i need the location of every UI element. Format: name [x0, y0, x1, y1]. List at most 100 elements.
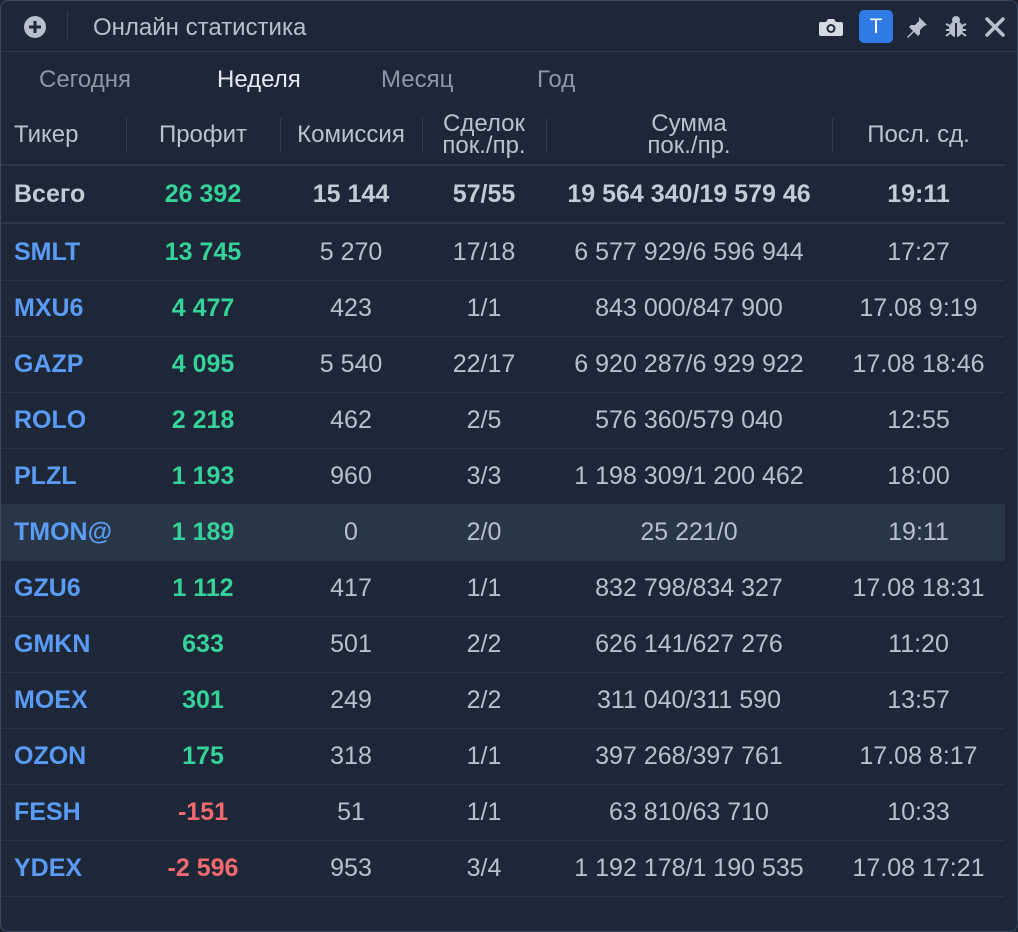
last-deal-cell: 17.08 18:31	[852, 574, 985, 602]
last-deal-cell: 17:27	[887, 238, 950, 266]
commission-cell: 318	[330, 742, 372, 770]
sum-cell: 626 141/627 276	[595, 630, 783, 658]
ticker-cell[interactable]: PLZL	[14, 449, 126, 504]
deals-cell: 2/5	[466, 406, 502, 434]
col-profit[interactable]: Профит	[126, 106, 280, 164]
ticker-cell[interactable]: YDEX	[14, 841, 126, 896]
table-row[interactable]: PLZL 1 193 960 3/3 1 198 309/1 200 462 18:00	[1, 449, 1005, 505]
ticker-cell[interactable]: OZON	[14, 729, 126, 784]
pin-icon[interactable]	[902, 12, 932, 42]
commission-cell: 5 540	[319, 350, 383, 378]
col-deals-line2: пок./пр.	[442, 132, 526, 159]
last-deal-cell: 11:20	[888, 630, 949, 658]
title-divider	[67, 11, 68, 41]
sum-cell: 6 577 929/6 596 944	[574, 238, 804, 266]
table-row[interactable]: SMLT 13 745 5 270 17/18 6 577 929/6 596 944 1…	[1, 225, 1005, 281]
table-row[interactable]: TMON@ 1 189 0 2/0 25 221/0 19:11	[1, 505, 1005, 561]
sum-cell: 1 192 178/1 190 535	[574, 854, 804, 882]
col-last[interactable]: Посл. сд.	[832, 106, 1005, 164]
table-row[interactable]: MXU6 4 477 423 1/1 843 000/847 900 17.08 9:19	[1, 281, 1005, 337]
ticker-cell[interactable]: GAZP	[14, 337, 126, 392]
title-bar: Онлайн статистика T	[1, 1, 1017, 52]
t-badge-button[interactable]: T	[859, 10, 893, 43]
deals-cell: 2/0	[466, 518, 502, 546]
ticker-cell[interactable]: ROLO	[14, 393, 126, 448]
close-icon[interactable]	[980, 12, 1010, 42]
table-row[interactable]: YDEX -2 596 953 3/4 1 192 178/1 190 535 17.08…	[1, 841, 1005, 897]
ticker-cell[interactable]: SMLT	[14, 225, 126, 280]
sum-cell: 1 198 309/1 200 462	[574, 462, 804, 490]
last-deal-cell: 12:55	[887, 406, 950, 434]
tab-year[interactable]: Год	[537, 66, 575, 94]
ticker-cell[interactable]: GZU6	[14, 561, 126, 616]
tab-today[interactable]: Сегодня	[39, 66, 131, 94]
camera-icon[interactable]	[816, 12, 846, 42]
table-row[interactable]: FESH -151 51 1/1 63 810/63 710 10:33	[1, 785, 1005, 841]
ticker-cell[interactable]: TMON@	[14, 505, 126, 560]
deals-cell: 17/18	[452, 238, 516, 266]
sum-cell: 63 810/63 710	[609, 798, 769, 826]
col-sum-line2: пок./пр.	[647, 132, 731, 159]
table-row[interactable]: GMKN 633 501 2/2 626 141/627 276 11:20	[1, 617, 1005, 673]
last-deal-cell: 13:57	[887, 686, 950, 714]
table-row[interactable]: OZON 175 318 1/1 397 268/397 761 17.08 8:17	[1, 729, 1005, 785]
table-row[interactable]: GAZP 4 095 5 540 22/17 6 920 287/6 929 922 17…	[1, 337, 1005, 393]
total-label: Всего	[14, 180, 86, 208]
commission-cell: 5 270	[319, 238, 383, 266]
profit-cell: 1 189	[171, 518, 235, 546]
profit-cell: -151	[177, 798, 229, 826]
ticker-cell[interactable]: MXU6	[14, 281, 126, 336]
ticker-cell[interactable]: MOEX	[14, 673, 126, 728]
col-deals[interactable]: Сделок пок./пр.	[422, 106, 546, 164]
deals-cell: 1/1	[466, 574, 502, 602]
profit-cell: 13 745	[164, 238, 242, 266]
col-commission[interactable]: Комиссия	[280, 106, 422, 164]
commission-cell: 953	[330, 854, 372, 882]
last-deal-cell: 17.08 9:19	[859, 294, 978, 322]
deals-cell: 1/1	[466, 798, 502, 826]
commission-cell: 0	[344, 518, 358, 546]
bug-icon[interactable]	[941, 12, 971, 42]
deals-cell: 1/1	[466, 742, 502, 770]
last-deal-cell: 17.08 17:21	[852, 854, 985, 882]
deals-cell: 2/2	[466, 630, 502, 658]
last-deal-cell: 10:33	[887, 798, 950, 826]
table-row[interactable]: MOEX 301 249 2/2 311 040/311 590 13:57	[1, 673, 1005, 729]
total-sum: 19 564 340/19 579 46	[567, 180, 811, 208]
total-profit: 26 392	[164, 180, 242, 208]
commission-cell: 417	[330, 574, 372, 602]
table-row[interactable]: GZU6 1 112 417 1/1 832 798/834 327 17.08 18:3…	[1, 561, 1005, 617]
profit-cell: 4 095	[171, 350, 235, 378]
window-title: Онлайн статистика	[93, 14, 307, 41]
total-commission: 15 144	[312, 180, 390, 208]
commission-cell: 462	[330, 406, 372, 434]
table-row[interactable]: ROLO 2 218 462 2/5 576 360/579 040 12:55	[1, 393, 1005, 449]
total-deals: 57/55	[452, 180, 516, 208]
deals-cell: 1/1	[466, 294, 502, 322]
commission-cell: 501	[330, 630, 372, 658]
last-deal-cell: 17.08 18:46	[852, 350, 985, 378]
add-icon[interactable]	[23, 15, 47, 39]
profit-cell: 301	[182, 686, 224, 714]
sum-cell: 6 920 287/6 929 922	[574, 350, 804, 378]
commission-cell: 51	[337, 798, 365, 826]
sum-cell: 397 268/397 761	[595, 742, 783, 770]
profit-cell: 4 477	[171, 294, 235, 322]
tab-week[interactable]: Неделя	[217, 66, 301, 94]
sum-cell: 311 040/311 590	[597, 686, 781, 714]
sum-cell: 25 221/0	[640, 518, 738, 546]
ticker-cell[interactable]: FESH	[14, 785, 126, 840]
deals-cell: 22/17	[452, 350, 516, 378]
deals-cell: 3/3	[466, 462, 502, 490]
ticker-cell[interactable]: GMKN	[14, 617, 126, 672]
stats-window: Онлайн статистика T Сегодня Неделя Месяц…	[0, 0, 1018, 932]
profit-cell: 633	[182, 630, 224, 658]
table-header: Тикер Профит Комиссия Сделок пок./пр. Су…	[1, 106, 1005, 166]
last-deal-cell: 18:00	[887, 462, 950, 490]
col-ticker[interactable]: Тикер	[14, 106, 126, 164]
tab-month[interactable]: Месяц	[381, 66, 453, 94]
commission-cell: 249	[330, 686, 372, 714]
commission-cell: 960	[330, 462, 372, 490]
col-sum[interactable]: Сумма пок./пр.	[546, 106, 832, 164]
last-deal-cell: 17.08 8:17	[859, 742, 978, 770]
